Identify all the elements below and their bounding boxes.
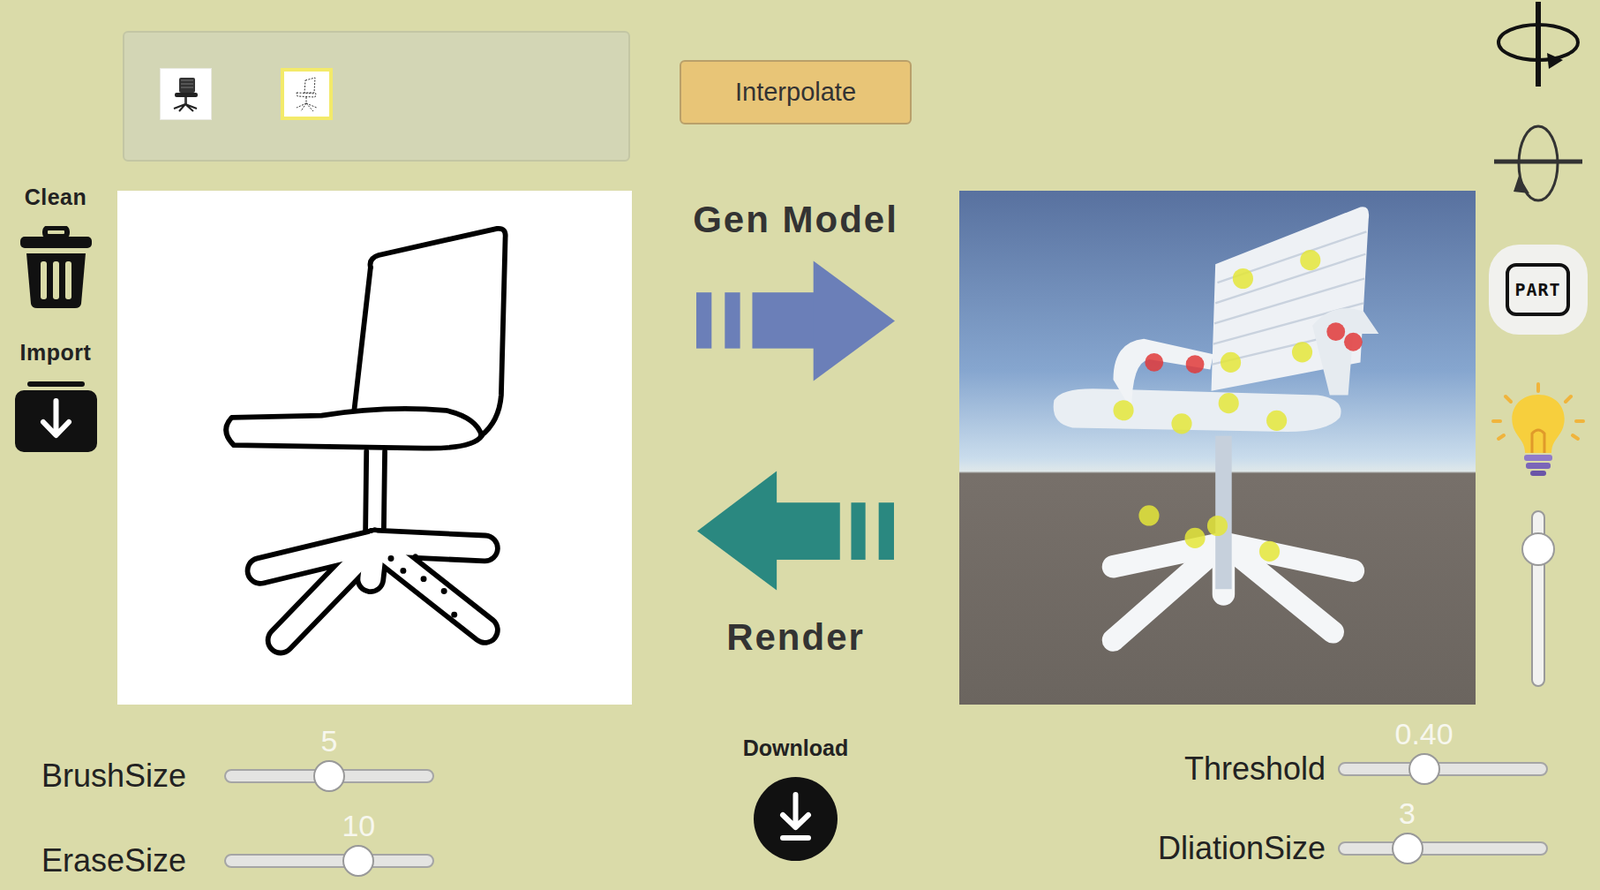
render-label: Render [726,615,865,660]
chair-sketch [117,190,632,705]
rotate-vertical-icon [1494,122,1583,204]
clean-button[interactable] [18,225,94,310]
interpolate-cell: Interpolate [631,30,960,162]
slider-label: Threshold [1126,749,1338,789]
chair-model [959,190,1476,705]
bottom-controls: 5 BrushSize 10 EraseSize Download 0.40 Thresho… [0,716,1600,880]
slider-thumb[interactable] [313,759,346,792]
slider-value: 10 [341,809,376,842]
workspace: Interpolate Clean Import Gen Model Render PAR… [0,0,1600,705]
slider-value: 5 [321,724,339,757]
pipeline-controls: Gen Model Render [631,190,960,705]
brush-controls: 5 BrushSize 10 EraseSize [0,716,632,880]
download-button[interactable] [753,776,838,861]
light-slider[interactable] [1520,510,1556,687]
forward-arrow-icon [696,260,895,382]
thumbnail[interactable] [159,67,212,121]
mesh-controls: 0.40 Threshold 3 DliationSize [959,716,1600,880]
slider-thumb[interactable] [1408,752,1441,785]
rotate-y-button[interactable] [1494,0,1583,89]
slider-control: 10 EraseSize [41,809,632,880]
thumbnail[interactable] [280,67,333,121]
slider-value: 0.40 [1394,717,1453,750]
slider[interactable] [1337,749,1548,789]
chair-photo-icon [166,75,206,114]
part-button[interactable]: PART [1488,244,1588,335]
gen-model-label: Gen Model [692,197,899,242]
light-bulb-icon [1489,382,1587,480]
slider-thumb[interactable] [1391,832,1424,864]
slider[interactable] [224,841,435,880]
rotate-x-button[interactable] [1494,122,1583,204]
main-grid: Interpolate Clean Import Gen Model Render [0,0,1476,705]
slider-control: 3 DliationSize [1126,796,1548,868]
sketch-canvas[interactable] [117,190,632,705]
slider-thumb[interactable] [342,844,375,877]
part-label: PART [1505,262,1570,316]
app: Interpolate Clean Import Gen Model Render PAR… [0,0,1600,890]
slider-label: BrushSize [41,756,225,796]
interpolate-button[interactable]: Interpolate [679,60,912,125]
download-label: Download [743,734,849,761]
slider[interactable] [1337,828,1548,868]
render-button[interactable] [697,470,894,591]
tool-label: Import [20,338,92,366]
left-toolbar: Clean Import [0,183,118,705]
tool-label: Clean [24,183,88,211]
slider-value-row: 10 [224,809,435,842]
download-cell: Download [631,716,960,880]
right-toolbar: PART [1475,0,1600,705]
slider-track[interactable] [1337,841,1548,856]
light-button[interactable] [1489,382,1587,480]
gen-model-button[interactable] [696,260,895,382]
chair-sketch-icon [287,75,327,114]
import-button[interactable] [15,381,98,452]
light-slider-thumb[interactable] [1521,532,1555,566]
rotate-horizontal-icon [1494,0,1583,89]
slider-control: 5 BrushSize [41,724,632,796]
slider[interactable] [224,756,435,796]
slider-track[interactable] [224,853,435,868]
thumbnail-strip [122,30,631,162]
slider-track[interactable] [1337,761,1548,776]
slider-value-row: 5 [224,724,435,757]
slider-control: 0.40 Threshold [1126,717,1548,789]
slider-label: EraseSize [41,841,225,880]
import-icon [15,381,98,452]
model-viewport[interactable] [959,190,1476,705]
slider-value: 3 [1398,796,1416,829]
back-arrow-icon [697,470,894,591]
slider-value-row: 3 [1337,796,1548,829]
slider-value-row: 0.40 [1337,717,1548,750]
download-icon [753,776,838,861]
slider-label: DliationSize [1126,828,1338,868]
trash-icon [18,225,94,310]
